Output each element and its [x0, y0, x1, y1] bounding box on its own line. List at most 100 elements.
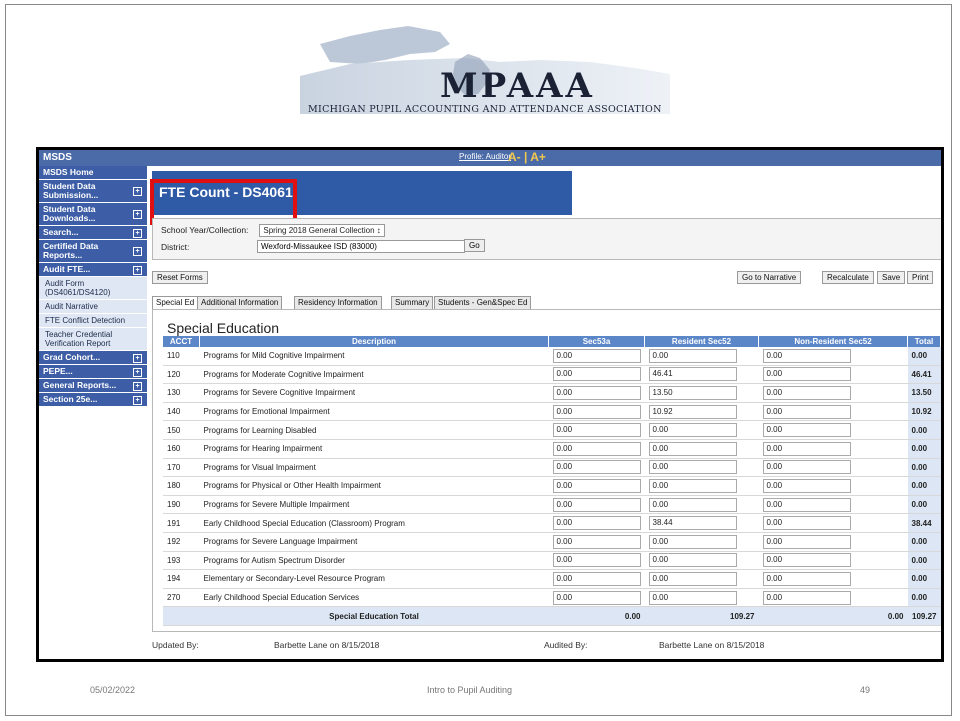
- resident-sec52-input[interactable]: 0.00: [648, 497, 737, 512]
- nonresident-sec52-input[interactable]: 0.00: [762, 348, 851, 363]
- sec53a-input[interactable]: 0.00: [552, 348, 641, 363]
- resident-sec52-input[interactable]: 38.44: [648, 516, 737, 531]
- resident-sec52-input[interactable]: 0.00: [648, 571, 737, 586]
- sec53a-input[interactable]: 0.00: [552, 441, 641, 456]
- profile-link[interactable]: Profile: Auditor: [459, 152, 511, 161]
- print-button[interactable]: Print: [907, 271, 934, 284]
- go-button[interactable]: Go: [464, 239, 485, 252]
- sec53a-input[interactable]: 0.00: [552, 404, 641, 419]
- total-cell: 38.44: [907, 513, 941, 533]
- sidebar-item-section-25e[interactable]: Section 25e... +: [39, 393, 147, 407]
- resident-sec52-input[interactable]: 0.00: [648, 478, 737, 493]
- recalculate-button[interactable]: Recalculate: [822, 271, 874, 284]
- nonresident-sec52-input[interactable]: 0.00: [762, 367, 851, 382]
- expand-icon[interactable]: +: [133, 395, 142, 405]
- total-cell: 0.00: [907, 439, 941, 459]
- sidebar-item-audit-fte[interactable]: Audit FTE... +: [39, 263, 147, 277]
- sec53a-input[interactable]: 0.00: [552, 423, 641, 438]
- expand-icon[interactable]: +: [133, 353, 142, 363]
- sec53a-input[interactable]: 0.00: [552, 460, 641, 475]
- resident-sec52-input[interactable]: 0.00: [648, 534, 737, 549]
- table-row: 194 Elementary or Secondary-Level Resourc…: [163, 569, 941, 589]
- tab-additional-information[interactable]: Additional Information: [197, 296, 283, 310]
- sidebar-subitem-fte-conflict-detection[interactable]: FTE Conflict Detection: [39, 314, 147, 328]
- total-cell: 0.00: [907, 569, 941, 589]
- resident-sec52-input[interactable]: 0.00: [648, 423, 737, 438]
- sec53a-input[interactable]: 0.00: [552, 590, 641, 605]
- sidebar-item-student-data-downloads[interactable]: Student Data Downloads... +: [39, 203, 147, 226]
- expand-icon[interactable]: +: [133, 210, 142, 219]
- nonresident-sec52-input[interactable]: 0.00: [762, 516, 851, 531]
- expand-icon[interactable]: +: [133, 187, 142, 196]
- resident-sec52-input[interactable]: 0.00: [648, 348, 737, 363]
- resident-sec52-input[interactable]: 0.00: [648, 460, 737, 475]
- sidebar-item-general-reports[interactable]: General Reports... +: [39, 379, 147, 393]
- expand-icon[interactable]: +: [133, 247, 142, 256]
- nonresident-sec52-input[interactable]: 0.00: [762, 385, 851, 400]
- sec53a-input[interactable]: 0.00: [552, 367, 641, 382]
- nonresident-sec52-input[interactable]: 0.00: [762, 571, 851, 586]
- nonresident-sec52-input[interactable]: 0.00: [762, 441, 851, 456]
- audited-by-label: Audited By:: [544, 640, 588, 650]
- total-cell: 10.92: [907, 402, 941, 422]
- table-row: 190 Programs for Severe Multiple Impairme…: [163, 495, 941, 515]
- expand-icon[interactable]: +: [133, 228, 142, 238]
- slide-date: 05/02/2022: [90, 685, 136, 695]
- acct-cell: 130: [163, 383, 200, 403]
- sidebar-item-certified-data-reports[interactable]: Certified Data Reports... +: [39, 240, 147, 263]
- sidebar-item-student-data-submission[interactable]: Student Data Submission... +: [39, 180, 147, 203]
- sec53a-input[interactable]: 0.00: [552, 516, 641, 531]
- sec53a-input[interactable]: 0.00: [552, 534, 641, 549]
- school-year-select[interactable]: Spring 2018 General Collection ↕: [259, 224, 385, 237]
- sec53a-input[interactable]: 0.00: [552, 571, 641, 586]
- sidebar-subitem-audit-form[interactable]: Audit Form (DS4061/DS4120): [39, 277, 147, 300]
- sidebar-item-grad-cohort[interactable]: Grad Cohort... +: [39, 351, 147, 365]
- go-to-narrative-button[interactable]: Go to Narrative: [737, 271, 802, 284]
- resident-sec52-input[interactable]: 46.41: [648, 367, 737, 382]
- table-row: 140 Programs for Emotional Impairment 0.00…: [163, 402, 941, 422]
- nonresident-sec52-input[interactable]: 0.00: [762, 534, 851, 549]
- expand-icon[interactable]: +: [133, 381, 142, 391]
- reset-forms-button[interactable]: Reset Forms: [152, 271, 208, 284]
- sec53a-input[interactable]: 0.00: [552, 553, 641, 568]
- tab-students-gen-spec-ed[interactable]: Students - Gen&Spec Ed: [434, 296, 532, 310]
- sec53a-input[interactable]: 0.00: [552, 497, 641, 512]
- resident-sec52-input[interactable]: 0.00: [648, 553, 737, 568]
- sidebar-item-search[interactable]: Search... +: [39, 226, 147, 240]
- total-row: Special Education Total 0.00 109.27 0.00 109…: [163, 606, 941, 626]
- font-size-controls[interactable]: A- | A+: [508, 150, 546, 164]
- resident-sec52-input[interactable]: 10.92: [648, 404, 737, 419]
- sidebar-subitem-teacher-credential-report[interactable]: Teacher Credential Verification Report: [39, 328, 147, 351]
- nonresident-sec52-input[interactable]: 0.00: [762, 460, 851, 475]
- expand-icon[interactable]: +: [133, 265, 142, 275]
- sidebar-item-pepe[interactable]: PEPE... +: [39, 365, 147, 379]
- table-row: 160 Programs for Hearing Impairment 0.00 0.…: [163, 439, 941, 459]
- resident-sec52-input[interactable]: 13.50: [648, 385, 737, 400]
- description-cell: Programs for Physical or Other Health Im…: [199, 476, 549, 496]
- mpaaa-logo: MPAAA MICHIGAN PUPIL ACCOUNTING AND ATTE…: [290, 14, 675, 116]
- sidebar-item-label: Student Data Submission...: [43, 181, 99, 200]
- nonresident-sec52-input[interactable]: 0.00: [762, 553, 851, 568]
- save-button[interactable]: Save: [877, 271, 906, 284]
- resident-sec52-input[interactable]: 0.00: [648, 590, 737, 605]
- sidebar-subitem-audit-narrative[interactable]: Audit Narrative: [39, 300, 147, 314]
- selection-panel: School Year/Collection: Spring 2018 Gene…: [152, 218, 941, 260]
- column-header: Total: [907, 336, 941, 347]
- sec53a-input[interactable]: 0.00: [552, 385, 641, 400]
- nonresident-sec52-input[interactable]: 0.00: [762, 404, 851, 419]
- sidebar-item-msds-home[interactable]: MSDS Home: [39, 166, 147, 180]
- nonresident-sec52-input[interactable]: 0.00: [762, 478, 851, 493]
- nonresident-sec52-input[interactable]: 0.00: [762, 423, 851, 438]
- nonresident-sec52-input[interactable]: 0.00: [762, 590, 851, 605]
- district-field[interactable]: Wexford-Missaukee ISD (83000): [257, 240, 465, 253]
- total-cell: 0.00: [907, 420, 941, 440]
- tab-residency-information[interactable]: Residency Information: [294, 296, 382, 310]
- tab-special-ed[interactable]: Special Ed: [152, 296, 199, 310]
- resident-sec52-input[interactable]: 0.00: [648, 441, 737, 456]
- expand-icon[interactable]: +: [133, 367, 142, 377]
- acct-cell: 191: [163, 513, 200, 533]
- total-cell: 0.00: [907, 476, 941, 496]
- nonresident-sec52-input[interactable]: 0.00: [762, 497, 851, 512]
- tab-summary[interactable]: Summary: [391, 296, 434, 310]
- sec53a-input[interactable]: 0.00: [552, 478, 641, 493]
